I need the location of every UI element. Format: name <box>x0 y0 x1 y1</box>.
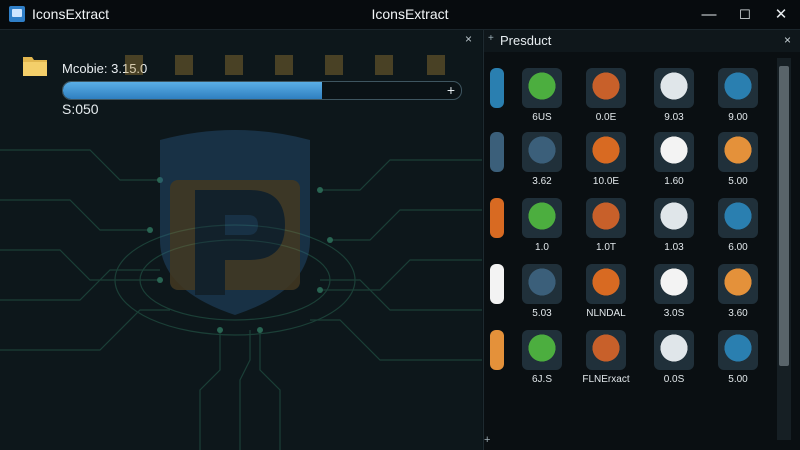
app-icon <box>9 6 25 22</box>
disc-icon[interactable] <box>718 198 758 238</box>
icon-label: 3.60 <box>728 308 748 319</box>
icon-tile-partial[interactable] <box>490 132 504 172</box>
folder-icon <box>427 55 445 75</box>
refresh-icon[interactable] <box>718 264 758 304</box>
arrow-icon[interactable] <box>654 330 694 370</box>
icons-pane: + Presduct × 6US 0.0E 9.03 9.00 3.62 10.0E 1.6… <box>483 30 800 450</box>
media-icon[interactable] <box>718 330 758 370</box>
icon-label: FLNErxact <box>582 374 630 385</box>
progress-fill <box>63 82 322 99</box>
flag-icon[interactable] <box>654 264 694 304</box>
monitor-icon[interactable] <box>522 198 562 238</box>
pane-header: + Presduct × <box>484 30 800 52</box>
disc-icon[interactable] <box>586 198 626 238</box>
toolbox-icon[interactable] <box>522 132 562 172</box>
icon-tile-partial[interactable] <box>490 68 504 108</box>
icon-label: 5.00 <box>728 374 748 385</box>
close-button[interactable]: ✕ <box>764 0 798 30</box>
title-bar: IconsExtract IconsExtract — ☐ ✕ <box>0 0 800 30</box>
monitor-icon[interactable] <box>654 198 694 238</box>
icon-label: 0.0S <box>663 374 685 385</box>
icon-label: 1.03 <box>664 242 684 253</box>
maximize-button[interactable]: ☐ <box>728 0 762 30</box>
icon-label: 6US <box>532 112 552 123</box>
icon-label: 0.0E <box>595 112 617 123</box>
camera-icon[interactable] <box>586 132 626 172</box>
arrow-icon[interactable] <box>718 68 758 108</box>
icon-label: 1.0T <box>595 242 616 253</box>
media-icon[interactable] <box>654 68 694 108</box>
expand-button[interactable]: + <box>447 82 455 99</box>
icon-label: 5.00 <box>728 176 748 187</box>
vertical-scrollbar[interactable] <box>777 58 791 440</box>
scan-pane: × Mcobie: 3.15.0 + S:050 <box>0 30 482 450</box>
minimize-button[interactable]: — <box>692 0 726 30</box>
folder-icon <box>175 55 193 75</box>
icon-label: NLNDAL <box>586 308 626 319</box>
folder-icon <box>225 55 243 75</box>
pane-close-button[interactable]: × <box>784 33 791 47</box>
status-text: S:050 <box>62 101 99 117</box>
icon-label: 6.00 <box>728 242 748 253</box>
window-title: IconsExtract <box>32 6 110 22</box>
icon-tile-partial[interactable] <box>490 264 504 304</box>
chrome-icon[interactable] <box>586 330 626 370</box>
icon-label: 1.60 <box>664 176 684 187</box>
leaf-icon[interactable] <box>522 68 562 108</box>
folder-icon <box>275 55 293 75</box>
icon-label: 5.03 <box>532 308 552 319</box>
folder-icon <box>325 55 343 75</box>
icon-label: 10.0E <box>592 176 620 187</box>
play-icon[interactable] <box>718 132 758 172</box>
icon-label: 1.0 <box>535 242 549 253</box>
shield-icon <box>160 130 310 315</box>
scan-progress-bar: + <box>62 81 462 100</box>
icon-label: 9.03 <box>664 112 684 123</box>
tools-icon[interactable] <box>586 264 626 304</box>
scrollbar-thumb[interactable] <box>779 66 789 366</box>
icon-label: 9.00 <box>728 112 748 123</box>
pin-icon[interactable]: + <box>488 33 494 44</box>
icon-tile-partial[interactable] <box>490 330 504 370</box>
folder-icon <box>23 57 47 76</box>
icon-label: 3.62 <box>532 176 552 187</box>
folder-icon <box>375 55 393 75</box>
icon-label: 3.0S <box>663 308 685 319</box>
add-icon[interactable]: + <box>484 434 490 446</box>
flag-icon[interactable] <box>586 68 626 108</box>
window-title-center: IconsExtract <box>371 6 449 22</box>
star-icon[interactable] <box>654 132 694 172</box>
leaf-icon[interactable] <box>522 264 562 304</box>
pane-close-button[interactable]: × <box>465 32 472 46</box>
folder-icon <box>125 55 143 75</box>
pane-title: Presduct <box>500 33 552 48</box>
icon-tile-partial[interactable] <box>490 198 504 238</box>
target-icon[interactable] <box>522 330 562 370</box>
icon-label: 6J.S <box>531 374 552 385</box>
